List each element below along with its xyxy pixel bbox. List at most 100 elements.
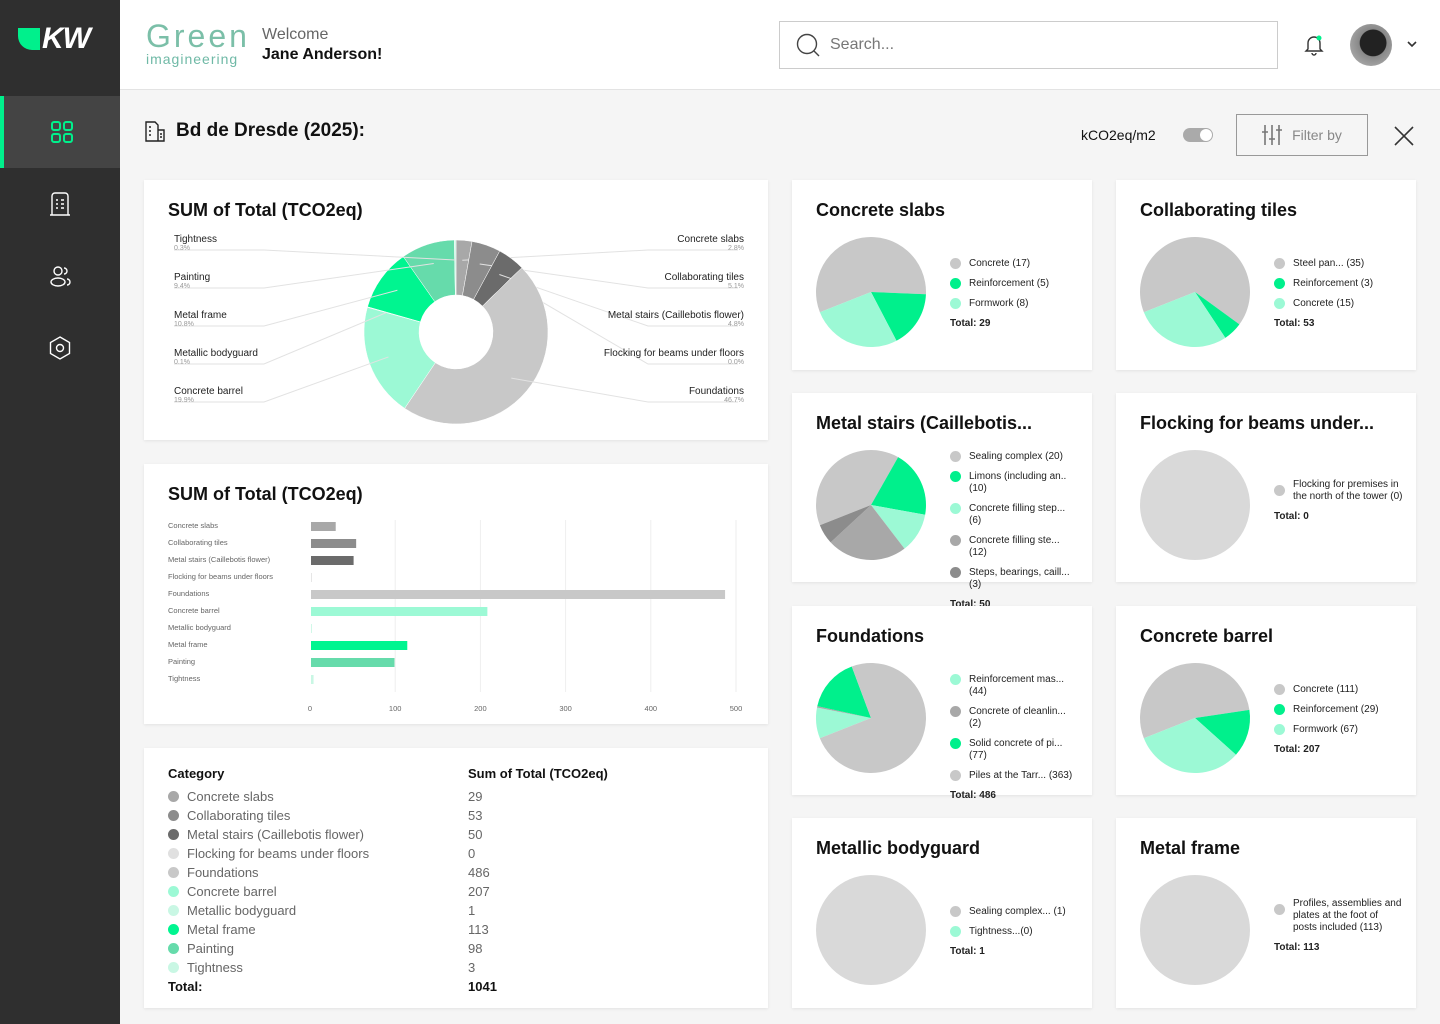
legend-label: Profiles, assemblies and plates at the f… xyxy=(1293,898,1402,933)
bar-foundations[interactable] xyxy=(311,590,726,599)
table-row-category: Painting xyxy=(168,939,369,958)
card-title: Concrete barrel xyxy=(1140,626,1274,646)
legend-item[interactable]: Limons (including an.. (10) xyxy=(950,471,1080,495)
bar-metal-stairs-caillebotis-flower[interactable] xyxy=(311,556,354,565)
card-total: Total: 53 xyxy=(1274,318,1315,329)
slice-percent: 5.1% xyxy=(728,283,744,290)
search-input[interactable]: Search... xyxy=(779,21,1278,69)
pie-chart xyxy=(816,450,926,560)
donut-label-painting: Painting 9.4% xyxy=(174,272,210,290)
legend-label: Flocking for premises in the north of th… xyxy=(1293,479,1403,502)
bar-tightness[interactable] xyxy=(311,675,314,684)
pie-legend: Reinforcement mas... (44) Concrete of cle… xyxy=(950,674,1080,801)
nav-settings[interactable] xyxy=(0,312,120,384)
bar-flocking-for-beams-under-floors[interactable] xyxy=(311,573,312,582)
legend-color-dot xyxy=(950,503,961,514)
avatar[interactable] xyxy=(1350,24,1392,66)
bar-collaborating-tiles[interactable] xyxy=(311,539,357,548)
legend-item[interactable]: Flocking for premises in the north of th… xyxy=(1274,479,1404,503)
legend-item[interactable]: Concrete (17) xyxy=(950,258,1080,270)
legend-label: Concrete (15) xyxy=(1293,298,1355,309)
chevron-down-icon[interactable] xyxy=(1406,38,1418,50)
legend-label: Reinforcement (3) xyxy=(1293,278,1374,289)
legend-color-dot xyxy=(950,738,961,749)
legend-item[interactable]: Formwork (67) xyxy=(1274,724,1404,736)
bar-painting[interactable] xyxy=(311,658,395,667)
brand-bottom: imagineering xyxy=(146,51,239,67)
category-color-dot xyxy=(168,791,179,802)
table-row-category: Metal stairs (Caillebotis flower) xyxy=(168,825,369,844)
unit-toggle[interactable] xyxy=(1183,128,1213,142)
summary-table-card: Category Sum of Total (TCO2eq) Concrete … xyxy=(144,748,768,1008)
pie-slice-profiles-assemblies-and-plates-at-the-foot-of-posts-included-113[interactable] xyxy=(1140,875,1250,985)
legend-item[interactable]: Concrete of cleanlin... (2) xyxy=(950,706,1080,730)
legend-item[interactable]: Concrete (15) xyxy=(1274,298,1404,310)
kw-logo[interactable]: KW xyxy=(18,22,91,56)
legend-label: Concrete (111) xyxy=(1293,684,1359,695)
legend-item[interactable]: Tightness...(0) xyxy=(950,926,1080,938)
bar-concrete-slabs[interactable] xyxy=(311,522,336,531)
card-title: Metal frame xyxy=(1140,838,1241,858)
pie-chart xyxy=(816,663,926,773)
legend-item[interactable]: Steps, bearings, caill... (3) xyxy=(950,567,1080,591)
legend-item[interactable]: Reinforcement (29) xyxy=(1274,704,1404,716)
legend-color-dot xyxy=(1274,298,1285,309)
legend-item[interactable]: Concrete filling step... (6) xyxy=(950,503,1080,527)
slice-label: Tightness xyxy=(174,234,217,245)
card-title: Concrete slabs xyxy=(816,200,946,220)
slice-percent: 0.1% xyxy=(174,359,190,366)
category-name: Concrete barrel xyxy=(187,884,277,899)
legend-label: Concrete of cleanlin... (2) xyxy=(969,706,1066,729)
bar-concrete-barrel[interactable] xyxy=(311,607,488,616)
pie-slice-sealing-complex-1[interactable] xyxy=(816,875,926,985)
legend-color-dot xyxy=(1274,684,1285,695)
legend-item[interactable]: Piles at the Tarr... (363) xyxy=(950,770,1080,782)
table-row-value: 207 xyxy=(468,884,490,899)
y-category-label: Painting xyxy=(168,657,196,666)
bar-metallic-bodyguard[interactable] xyxy=(311,624,312,633)
legend-item[interactable]: Concrete filling ste... (12) xyxy=(950,535,1080,559)
slice-percent: 4.8% xyxy=(728,321,744,328)
header: Green imagineering Welcome Jane Anderson… xyxy=(120,0,1440,90)
category-color-dot xyxy=(168,810,179,821)
nav-users[interactable] xyxy=(0,240,120,312)
legend-label: Concrete (17) xyxy=(969,258,1031,269)
legend-item[interactable]: Sealing complex (20) xyxy=(950,451,1080,463)
legend-item[interactable]: Sealing complex... (1) xyxy=(950,906,1080,918)
legend-item[interactable]: Reinforcement mas... (44) xyxy=(950,674,1080,698)
card-total: Total: 207 xyxy=(1274,744,1320,755)
close-icon[interactable] xyxy=(1392,124,1416,148)
card-title: Metallic bodyguard xyxy=(816,838,981,858)
legend-color-dot xyxy=(1274,724,1285,735)
pie-chart xyxy=(816,875,926,985)
x-tick-label: 200 xyxy=(474,704,487,713)
slice-label: Painting xyxy=(174,272,211,283)
legend-item[interactable]: Solid concrete of pi... (77) xyxy=(950,738,1080,762)
brand-top: Green xyxy=(146,18,250,54)
legend-item[interactable]: Steel pan... (35) xyxy=(1274,258,1404,270)
table-total-label: Total: xyxy=(168,979,203,994)
legend-item[interactable]: Reinforcement (5) xyxy=(950,278,1080,290)
bell-icon[interactable] xyxy=(1304,34,1324,56)
bar-metal-frame[interactable] xyxy=(311,641,408,650)
legend-item[interactable]: Concrete (111) xyxy=(1274,684,1404,696)
table-row-category: Foundations xyxy=(168,863,369,882)
slice-label: Concrete slabs xyxy=(677,234,744,245)
legend-label: Solid concrete of pi... (77) xyxy=(969,738,1063,761)
nav-buildings[interactable] xyxy=(0,168,120,240)
donut-label-concrete-slabs: Concrete slabs 2.8% xyxy=(677,234,744,252)
pie-slice-flocking-for-premises-in-the-north-of-the-tower-0[interactable] xyxy=(1140,450,1250,560)
table-row-category: Concrete barrel xyxy=(168,882,369,901)
slice-label: Flocking for beams under floors xyxy=(603,348,744,359)
page-title-text: Bd de Dresde (2025): xyxy=(176,120,366,141)
slice-percent: 0.3% xyxy=(174,245,190,252)
legend-item[interactable]: Formwork (8) xyxy=(950,298,1080,310)
nav-dashboard[interactable] xyxy=(0,96,120,168)
category-name: Collaborating tiles xyxy=(187,808,291,823)
card-title: Collaborating tiles xyxy=(1140,200,1298,220)
legend-item[interactable]: Reinforcement (3) xyxy=(1274,278,1404,290)
filter-button[interactable]: Filter by xyxy=(1236,114,1368,156)
table-row-value: 50 xyxy=(468,827,483,842)
legend-item[interactable]: Profiles, assemblies and plates at the f… xyxy=(1274,898,1404,934)
building-doc-icon xyxy=(145,121,165,142)
